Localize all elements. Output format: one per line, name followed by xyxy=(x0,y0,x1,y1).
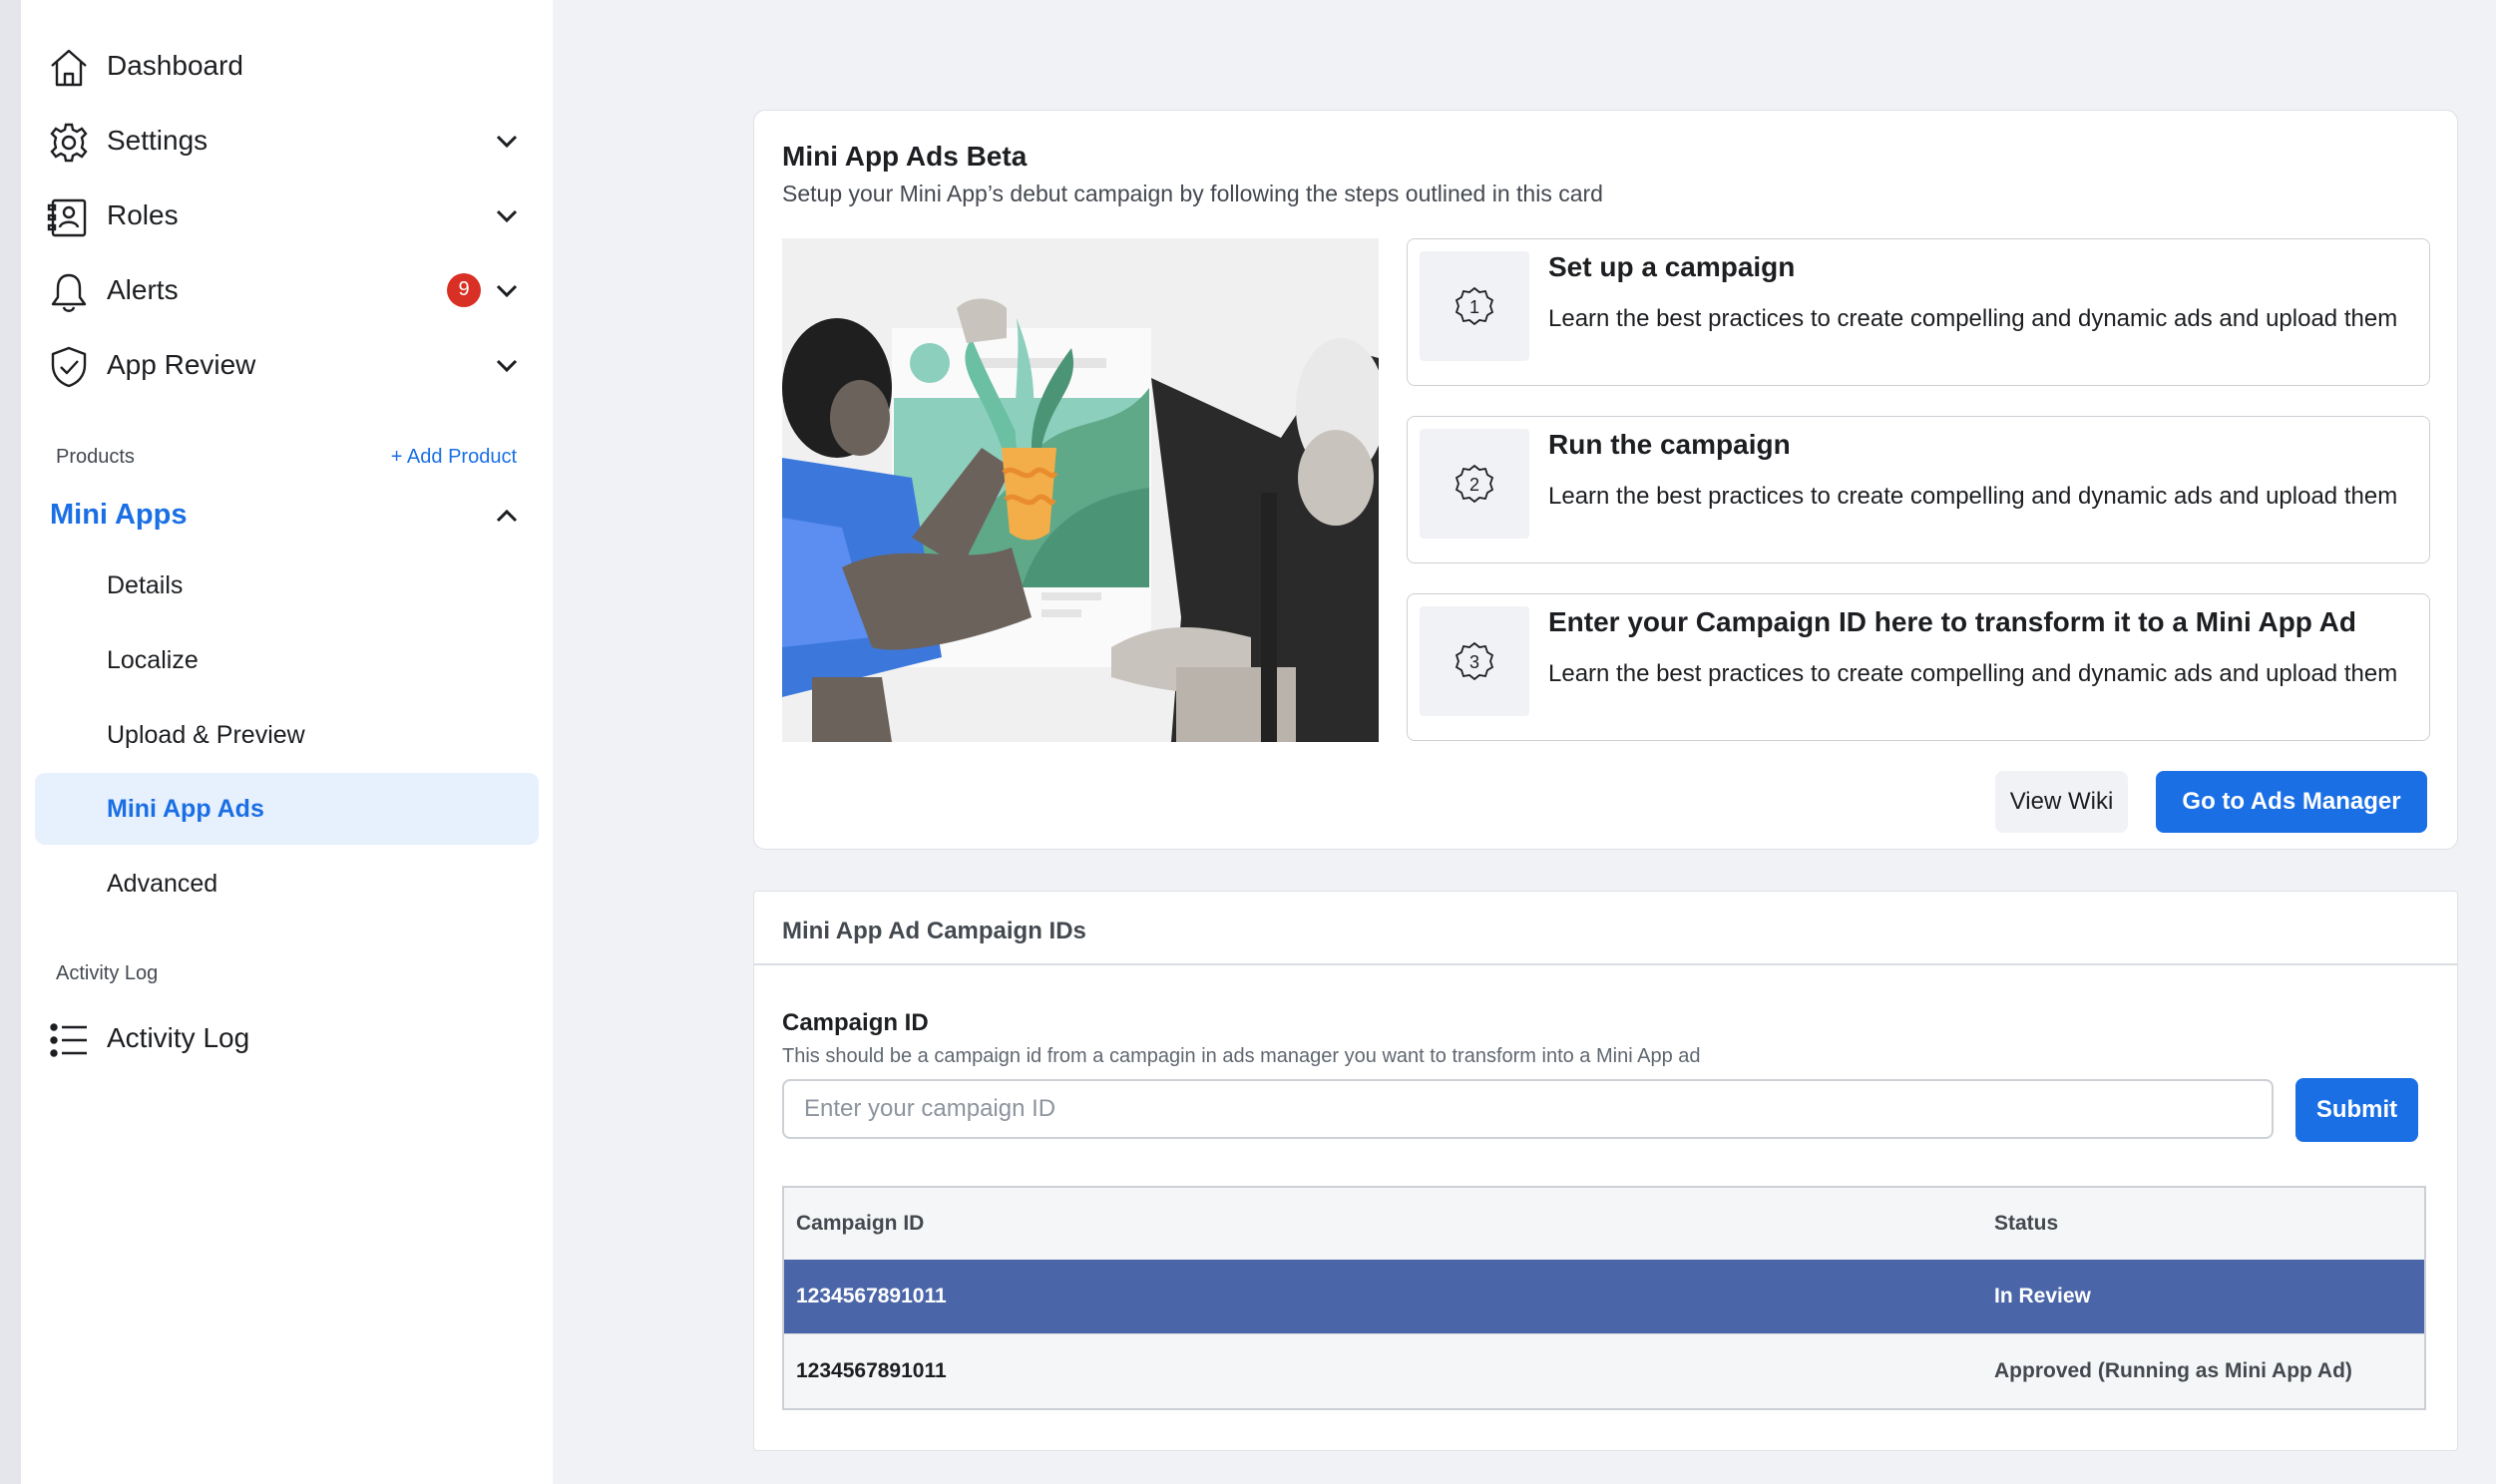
campaign-id-cell: 1234567891011 xyxy=(796,1359,947,1382)
sidebar-item-label: App Review xyxy=(107,348,256,380)
campaign-id-cell: 1234567891011 xyxy=(796,1285,947,1307)
sidebar: Dashboard Settings Roles Alerts 9 App Re… xyxy=(21,0,553,1484)
sidebar-item-label: Settings xyxy=(107,124,208,156)
chevron-down-icon[interactable] xyxy=(494,277,520,303)
home-icon xyxy=(47,46,91,90)
card-header: Mini App Ad Campaign IDs xyxy=(754,892,2457,965)
products-heading: Products xyxy=(56,446,135,468)
step-number-badge: 3 xyxy=(1420,606,1529,716)
list-icon xyxy=(47,1018,91,1062)
step-number: 3 xyxy=(1469,652,1479,672)
sidebar-item-label: Roles xyxy=(107,198,179,230)
sidebar-item-dashboard[interactable]: Dashboard xyxy=(21,28,553,103)
sidebar-item-label: Mini App Ads xyxy=(107,794,264,823)
sidebar-item-label: Details xyxy=(107,570,184,599)
card-subtitle: Setup your Mini App’s debut campaign by … xyxy=(782,181,1603,206)
campaign-id-input[interactable] xyxy=(782,1079,2274,1139)
sidebar-item-details[interactable]: Details xyxy=(35,550,539,621)
chevron-down-icon[interactable] xyxy=(494,128,520,154)
campaign-id-help-text: This should be a campaign id from a camp… xyxy=(782,1045,1701,1067)
sidebar-item-mini-app-ads[interactable]: Mini App Ads xyxy=(35,773,539,845)
chevron-down-icon[interactable] xyxy=(494,202,520,228)
numbered-seal-icon: 1 xyxy=(1455,286,1494,326)
sidebar-item-localize[interactable]: Localize xyxy=(35,624,539,696)
step-description: Learn the best practices to create compe… xyxy=(1548,305,2398,332)
step-number-badge: 2 xyxy=(1420,429,1529,539)
step-3-card: 3 Enter your Campaign ID here to transfo… xyxy=(1407,593,2430,741)
campaign-table: Campaign ID Status 1234567891011 In Revi… xyxy=(782,1186,2426,1410)
step-description: Learn the best practices to create compe… xyxy=(1548,660,2398,687)
shield-check-icon xyxy=(47,345,91,389)
status-cell: Approved (Running as Mini App Ad) xyxy=(1994,1359,2352,1382)
chevron-down-icon[interactable] xyxy=(494,352,520,378)
go-to-ads-manager-button[interactable]: Go to Ads Manager xyxy=(2156,771,2427,833)
sidebar-item-label: Activity Log xyxy=(107,1021,250,1053)
step-number-badge: 1 xyxy=(1420,251,1529,361)
column-header-campaign-id[interactable]: Campaign ID xyxy=(796,1212,924,1236)
status-cell: In Review xyxy=(1994,1285,2091,1307)
step-title: Set up a campaign xyxy=(1548,251,1796,282)
step-title: Enter your Campaign ID here to transform… xyxy=(1548,606,2356,637)
sidebar-item-upload-preview[interactable]: Upload & Preview xyxy=(35,699,539,771)
table-header-row: Campaign ID Status xyxy=(784,1188,2424,1260)
sidebar-item-label: Upload & Preview xyxy=(107,720,305,749)
sidebar-item-advanced[interactable]: Advanced xyxy=(35,848,539,920)
step-number: 2 xyxy=(1469,475,1479,495)
mini-apps-section-title[interactable]: Mini Apps xyxy=(50,499,187,532)
sidebar-item-label: Alerts xyxy=(107,273,179,305)
window-edge xyxy=(0,0,21,1484)
chevron-up-icon[interactable] xyxy=(494,504,520,530)
alerts-count-badge: 9 xyxy=(447,272,481,307)
campaign-ids-card: Mini App Ad Campaign IDs Campaign ID Thi… xyxy=(753,891,2458,1451)
step-1-card: 1 Set up a campaign Learn the best pract… xyxy=(1407,238,2430,386)
table-row[interactable]: 1234567891011 In Review xyxy=(784,1260,2424,1333)
mini-app-ads-beta-card: Mini App Ads Beta Setup your Mini App’s … xyxy=(753,110,2458,850)
campaign-id-label: Campaign ID xyxy=(782,1009,929,1036)
sidebar-item-activity-log[interactable]: Activity Log xyxy=(21,1000,553,1075)
sidebar-item-settings[interactable]: Settings xyxy=(21,103,553,178)
step-title: Run the campaign xyxy=(1548,429,1791,460)
id-badge-icon xyxy=(47,195,91,239)
submit-button[interactable]: Submit xyxy=(2295,1078,2418,1142)
column-header-status[interactable]: Status xyxy=(1994,1212,2058,1236)
sidebar-item-app-review[interactable]: App Review xyxy=(21,327,553,402)
step-number: 1 xyxy=(1469,297,1479,317)
sidebar-item-label: Dashboard xyxy=(107,49,243,81)
numbered-seal-icon: 2 xyxy=(1455,464,1494,504)
gear-icon xyxy=(47,121,91,165)
bell-icon xyxy=(47,270,91,314)
sidebar-item-label: Advanced xyxy=(107,869,218,898)
add-product-link[interactable]: + Add Product xyxy=(391,446,517,469)
activity-log-heading: Activity Log xyxy=(56,962,159,984)
card-title: Mini App Ads Beta xyxy=(782,141,1028,172)
step-2-card: 2 Run the campaign Learn the best practi… xyxy=(1407,416,2430,563)
numbered-seal-icon: 3 xyxy=(1455,641,1494,681)
table-row[interactable]: 1234567891011 Approved (Running as Mini … xyxy=(784,1333,2424,1408)
sidebar-item-roles[interactable]: Roles xyxy=(21,178,553,252)
view-wiki-button[interactable]: View Wiki xyxy=(1995,771,2128,833)
sidebar-item-alerts[interactable]: Alerts 9 xyxy=(21,252,553,327)
card-header-title: Mini App Ad Campaign IDs xyxy=(782,918,1086,944)
sidebar-item-label: Localize xyxy=(107,645,199,674)
step-description: Learn the best practices to create compe… xyxy=(1548,483,2398,510)
people-with-plant-illustration xyxy=(782,238,1379,742)
